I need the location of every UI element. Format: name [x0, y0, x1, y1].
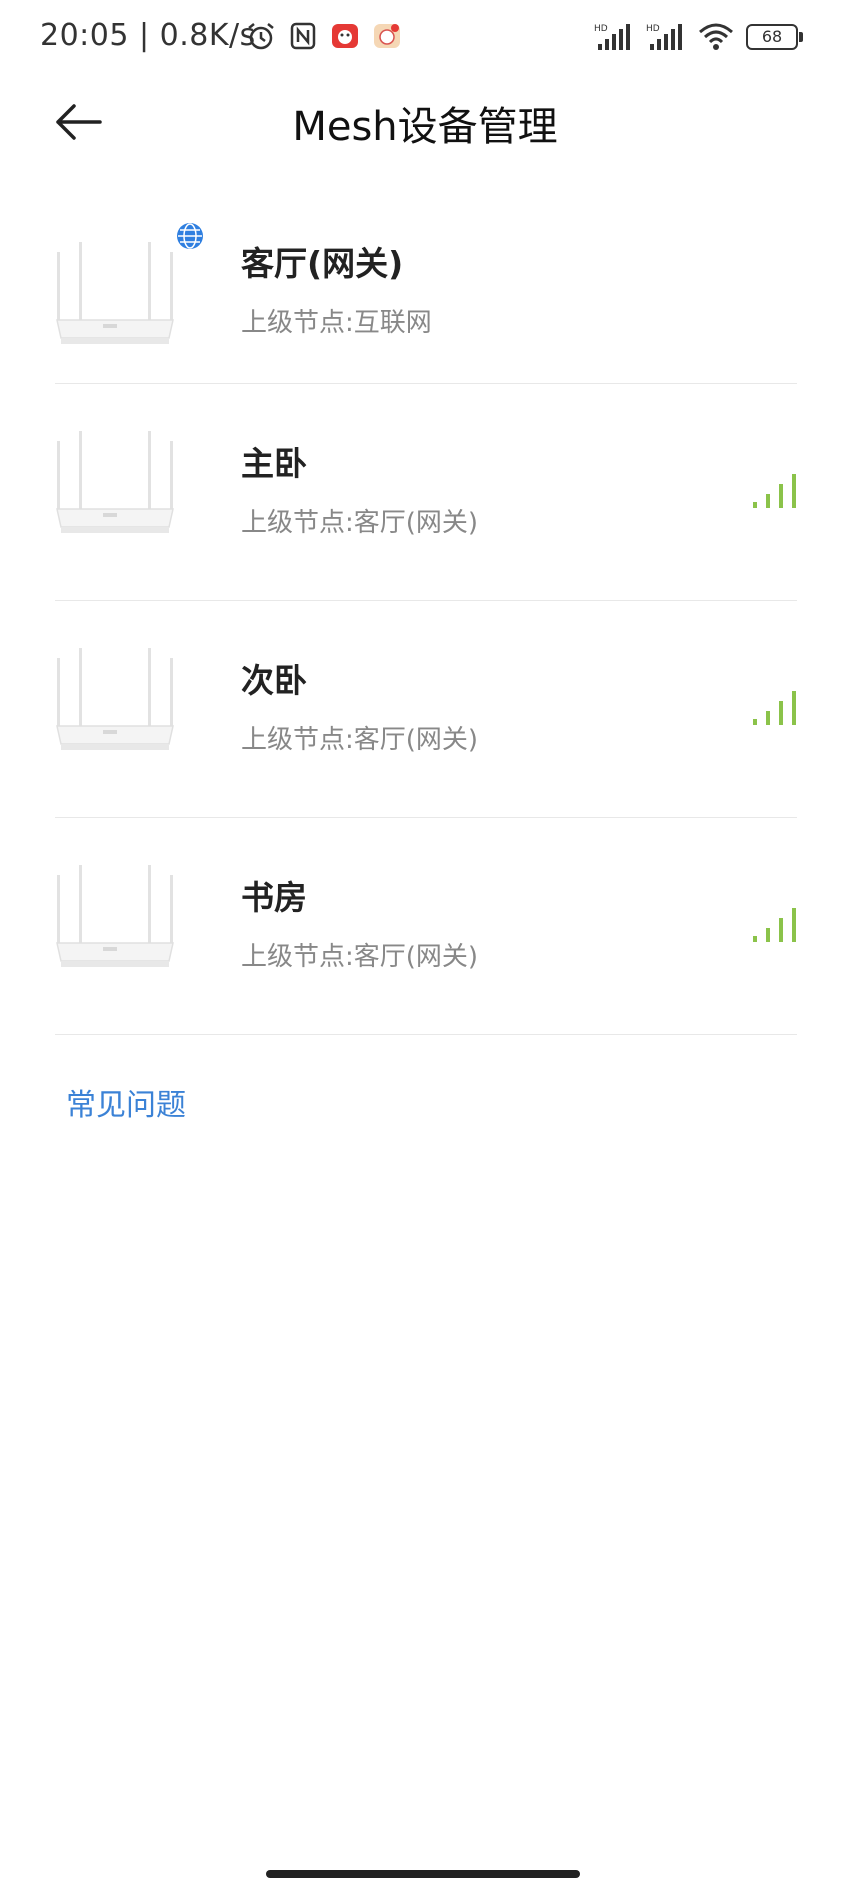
- globe-icon: [177, 223, 203, 249]
- alarm-icon: [248, 23, 274, 50]
- status-notification-icons: [245, 20, 403, 52]
- status-time: 20:05 | 0.8K/s: [40, 18, 256, 53]
- signal-strength-icon: [753, 908, 796, 942]
- device-row[interactable]: 次卧 上级节点:客厅(网关): [55, 601, 797, 818]
- device-row[interactable]: 书房 上级节点:客厅(网关): [55, 818, 797, 1035]
- status-bar: 20:05 | 0.8K/s HD HD 68: [0, 0, 850, 80]
- device-name: 次卧: [241, 661, 307, 700]
- cellular-signal-icon: HD: [594, 24, 630, 50]
- device-parent-node: 上级节点:互联网: [241, 308, 432, 338]
- device-row[interactable]: 客厅(网关) 上级节点:互联网: [55, 200, 797, 384]
- nfc-icon: [290, 22, 316, 50]
- app-notification-icon: [374, 24, 400, 48]
- signal-strength-icon: [753, 691, 796, 725]
- router-image: [56, 865, 174, 967]
- battery-indicator: 68: [746, 24, 803, 50]
- cellular-signal-icon: HD: [646, 24, 682, 50]
- app-notification-icon: [332, 24, 358, 48]
- router-image: [56, 431, 174, 533]
- router-image: [56, 242, 174, 344]
- wifi-icon: [699, 23, 733, 50]
- page-title: Mesh设备管理: [292, 104, 558, 150]
- device-parent-node: 上级节点:客厅(网关): [241, 508, 479, 538]
- device-parent-node: 上级节点:客厅(网关): [241, 725, 479, 755]
- nav-bar: Mesh设备管理: [0, 80, 850, 200]
- device-list: 客厅(网关) 上级节点:互联网 主卧 上级节点:客厅(网关) 次卧 上级节点:客…: [55, 200, 797, 1035]
- device-name: 客厅(网关): [241, 244, 404, 283]
- device-name: 书房: [241, 878, 307, 917]
- device-name: 主卧: [241, 444, 307, 483]
- svg-text:HD: HD: [594, 24, 608, 34]
- faq-link[interactable]: 常见问题: [66, 1080, 186, 1124]
- signal-strength-icon: [753, 474, 796, 508]
- svg-text:HD: HD: [646, 24, 660, 34]
- status-system-icons: HD HD 68: [594, 22, 803, 52]
- device-parent-node: 上级节点:客厅(网关): [241, 942, 479, 972]
- device-row[interactable]: 主卧 上级节点:客厅(网关): [55, 384, 797, 601]
- home-indicator[interactable]: [266, 1870, 580, 1878]
- router-image: [56, 648, 174, 750]
